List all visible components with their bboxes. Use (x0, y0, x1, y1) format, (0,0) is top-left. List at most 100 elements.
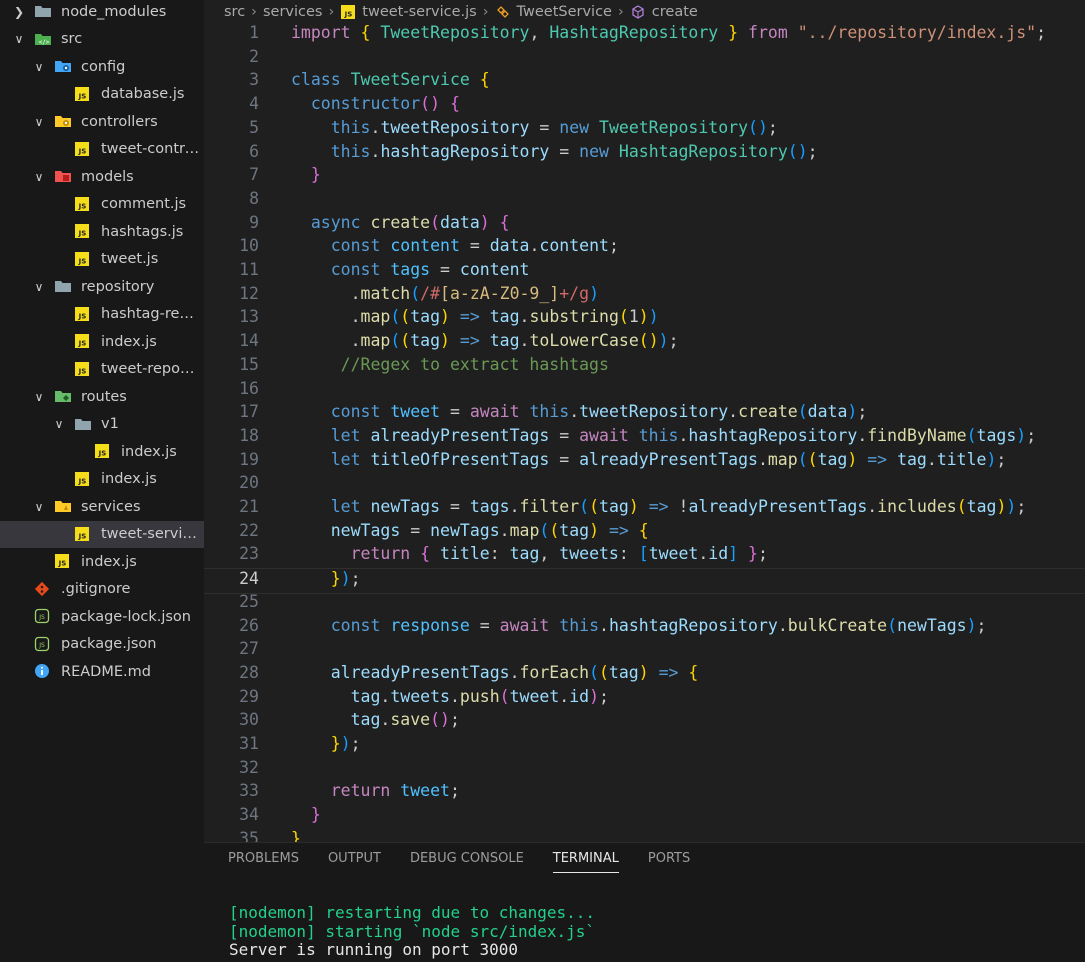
line-number: 24 (239, 569, 259, 589)
code-line[interactable]: 2 (204, 47, 1085, 71)
code-token: ( (410, 283, 421, 303)
code-line[interactable]: 23 return { title: tag, tweets: [tweet.i… (204, 544, 1085, 568)
code-line[interactable]: 9 async create(data) { (204, 213, 1085, 237)
panel-tab-debug-console[interactable]: DEBUG CONSOLE (410, 851, 524, 873)
breadcrumb-item[interactable]: src (224, 4, 245, 20)
code-token: content (459, 260, 530, 279)
code-line[interactable]: 31 }); (204, 734, 1085, 758)
code-line[interactable]: 12 .match(/#[a-zA-Z0-9_]+/g) (204, 284, 1085, 308)
chevron-down-icon[interactable]: ∨ (32, 115, 46, 129)
code-line[interactable]: 7 } (204, 165, 1085, 189)
code-token: tag (509, 544, 540, 564)
code-token: ; (996, 449, 1007, 469)
panel-tab-problems[interactable]: PROBLEMS (228, 851, 299, 873)
code-line[interactable]: 30 tag.save(); (204, 710, 1085, 734)
chevron-down-icon[interactable]: ∨ (32, 390, 46, 404)
code-line[interactable]: 32 (204, 758, 1085, 782)
explorer-file[interactable]: JS hashtags.js (0, 218, 204, 246)
code-line[interactable]: 27 (204, 639, 1085, 663)
explorer-file[interactable]: JS tweet-service.js (0, 520, 204, 548)
code-line[interactable]: 16 (204, 379, 1085, 403)
panel-tab-terminal[interactable]: TERMINAL (552, 851, 619, 873)
code-line[interactable]: 35} (204, 829, 1085, 842)
code-line[interactable]: 4 constructor() { (204, 94, 1085, 118)
code-line[interactable]: 26 const response = await this.hashtagRe… (204, 616, 1085, 640)
chevron-down-icon[interactable]: ∨ (32, 280, 46, 294)
explorer-item-label: tweet-controller.js (101, 141, 201, 158)
code-line[interactable]: 14 .map((tag) => tag.toLowerCase()); (204, 331, 1085, 355)
code-line[interactable]: 5 this.tweetRepository = new TweetReposi… (204, 118, 1085, 142)
explorer-folder[interactable]: ∨ routes (0, 383, 204, 411)
code-line[interactable]: 25 (204, 592, 1085, 616)
code-editor[interactable]: src › services › JS tweet-service.js › TweetSer… (204, 0, 1085, 842)
code-line[interactable]: 17 const tweet = await this.tweetReposit… (204, 402, 1085, 426)
code-line[interactable]: 28 alreadyPresentTags.forEach((tag) => { (204, 663, 1085, 687)
code-line[interactable]: 15 //Regex to extract hashtags (204, 355, 1085, 379)
folder-icon (34, 3, 51, 19)
line-number: 34 (239, 805, 259, 825)
code-line[interactable]: 24 }); (204, 568, 1085, 594)
explorer-file[interactable]: README.md (0, 658, 204, 686)
explorer-file[interactable]: JS comment.js (0, 191, 204, 219)
code-token: ( (539, 520, 550, 540)
explorer-file[interactable]: JS tweet-repository.js (0, 356, 204, 384)
breadcrumb-item[interactable]: TweetService (495, 4, 612, 20)
code-line[interactable]: 19 let titleOfPresentTags = alreadyPrese… (204, 450, 1085, 474)
code-line[interactable]: 3 class TweetService { (204, 70, 1085, 94)
chevron-down-icon[interactable]: ∨ (32, 170, 46, 184)
code-line[interactable]: 21 let newTags = tags.filter((tag) => !a… (204, 497, 1085, 521)
chevron-down-icon[interactable]: ∨ (32, 60, 46, 74)
breadcrumb-item[interactable]: JS tweet-service.js (340, 4, 477, 20)
code-line[interactable]: 34 } (204, 805, 1085, 829)
code-line[interactable]: 20 (204, 473, 1085, 497)
code-token: ( (598, 662, 609, 682)
config-folder-icon (54, 58, 71, 74)
svg-text:JS: JS (78, 477, 87, 485)
explorer-file[interactable]: .gitignore (0, 576, 204, 604)
explorer-file[interactable]: JS hashtag-repository.js (0, 301, 204, 329)
js-file-icon: JS (74, 141, 90, 157)
explorer-file[interactable]: JS package-lock.json (0, 603, 204, 631)
code-line[interactable]: 29 tag.tweets.push(tweet.id); (204, 687, 1085, 711)
code-line[interactable]: 22 newTags = newTags.map((tag) => { (204, 521, 1085, 545)
panel-tab-output[interactable]: OUTPUT (328, 851, 381, 873)
explorer-file[interactable]: JS database.js (0, 81, 204, 109)
svg-text:JS: JS (78, 532, 87, 540)
breadcrumb-item[interactable]: services (263, 4, 323, 20)
explorer-file[interactable]: JS tweet.js (0, 246, 204, 274)
code-text: let titleOfPresentTags = alreadyPresentT… (291, 449, 1007, 469)
chevron-right-icon: › (482, 4, 489, 20)
code-line[interactable]: 8 (204, 189, 1085, 213)
chevron-down-icon[interactable]: ∨ (12, 32, 26, 46)
explorer-folder[interactable]: ∨ </> src (0, 26, 204, 54)
explorer-folder[interactable]: ∨ v1 (0, 411, 204, 439)
chevron-right-icon[interactable]: ❯ (12, 5, 26, 19)
chevron-down-icon[interactable]: ∨ (52, 417, 66, 431)
code-line[interactable]: 1 import { TweetRepository, HashtagReposi… (204, 23, 1085, 47)
chevron-down-icon[interactable]: ∨ (32, 500, 46, 514)
explorer-folder[interactable]: ∨ controllers (0, 108, 204, 136)
code-line[interactable]: 11 const tags = content (204, 260, 1085, 284)
explorer-file[interactable]: JS index.js (0, 548, 204, 576)
explorer-file[interactable]: JS index.js (0, 466, 204, 494)
explorer-folder[interactable]: ❯ node_modules (0, 0, 204, 26)
breadcrumb-item[interactable]: create (630, 4, 698, 20)
explorer-folder[interactable]: ∨ config (0, 53, 204, 81)
explorer-file[interactable]: JS package.json (0, 631, 204, 659)
code-line[interactable]: 33 return tweet; (204, 781, 1085, 805)
code-token: . (559, 686, 570, 706)
explorer-folder[interactable]: ∨ repository (0, 273, 204, 301)
code-line[interactable]: 18 let alreadyPresentTags = await this.h… (204, 426, 1085, 450)
explorer-folder[interactable]: ∨ services (0, 493, 204, 521)
code-token: tweets (559, 544, 619, 564)
explorer-file[interactable]: JS tweet-controller.js (0, 136, 204, 164)
explorer-file[interactable]: JS index.js (0, 328, 204, 356)
explorer-folder[interactable]: ∨ models (0, 163, 204, 191)
code-line[interactable]: 10 const content = data.content; (204, 236, 1085, 260)
code-token: ( (400, 307, 411, 327)
code-line[interactable]: 13 .map((tag) => tag.substring(1)) (204, 307, 1085, 331)
code-line[interactable]: 6 this.hashtagRepository = new HashtagRe… (204, 142, 1085, 166)
panel-tab-ports[interactable]: PORTS (648, 851, 690, 873)
explorer-file[interactable]: JS index.js (0, 438, 204, 466)
